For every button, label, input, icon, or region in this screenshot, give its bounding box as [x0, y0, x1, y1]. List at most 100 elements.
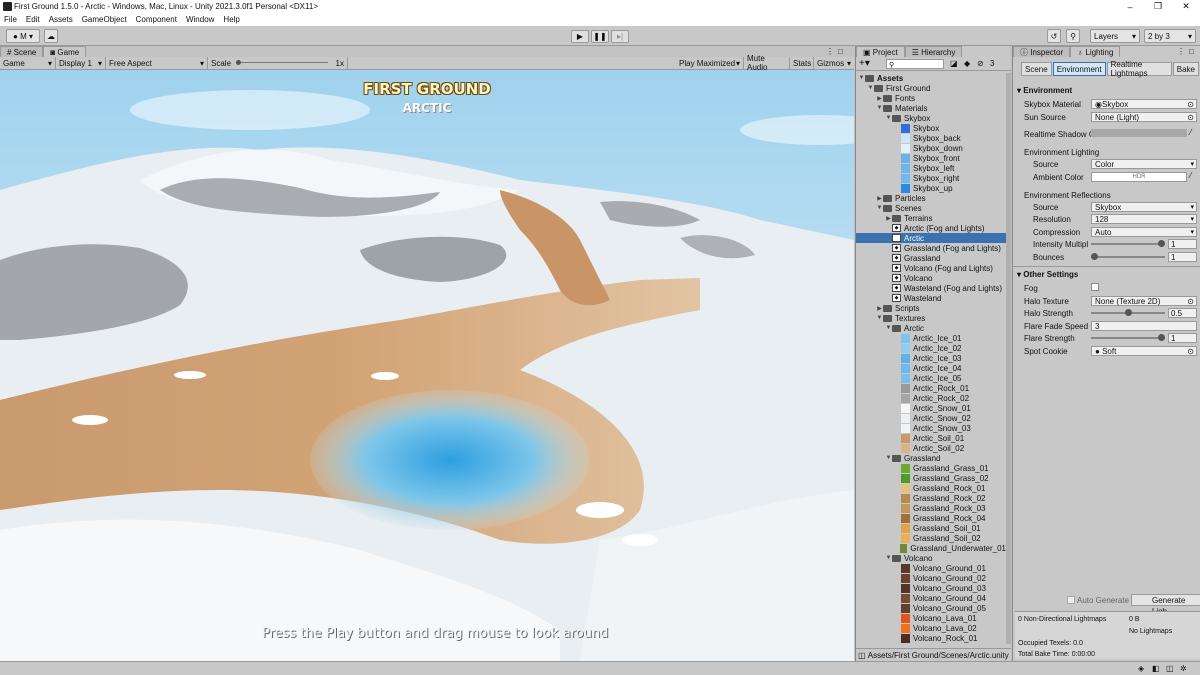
tree-asset[interactable]: Volcano_Rock_02	[856, 643, 1006, 644]
minimize-button[interactable]: –	[1116, 2, 1144, 12]
tree-asset[interactable]: Grassland_Grass_01	[856, 463, 1006, 473]
sun-source-field[interactable]: None (Light) ⊙	[1091, 112, 1197, 122]
expand-arrow-down-icon[interactable]: ▼	[885, 325, 892, 331]
flare-fade-field[interactable]: 3	[1091, 321, 1197, 331]
expand-arrow-right-icon[interactable]: ▶	[885, 215, 892, 222]
tree-asset[interactable]: Grassland_Rock_02	[856, 493, 1006, 503]
tree-folder[interactable]: ▶ Particles	[856, 193, 1006, 203]
slider-knob[interactable]	[1124, 309, 1132, 316]
tree-asset[interactable]: Skybox_left	[856, 163, 1006, 173]
display-dropdown[interactable]: Display 1 ▾	[56, 57, 106, 69]
tree-asset[interactable]: Skybox	[856, 123, 1006, 133]
game-viewport[interactable]	[0, 70, 854, 661]
tree-asset[interactable]: Volcano_Ground_05	[856, 603, 1006, 613]
skybox-material-field[interactable]: ◉ Skybox ⊙	[1091, 99, 1197, 109]
tree-asset[interactable]: Arctic_Snow_01	[856, 403, 1006, 413]
eyedropper-icon[interactable]: ⁄	[1190, 128, 1191, 137]
create-button[interactable]: +▾	[859, 58, 870, 69]
bounces-value[interactable]: 1	[1168, 252, 1197, 262]
menu-assets[interactable]: Assets	[49, 15, 73, 24]
expand-arrow-right-icon[interactable]: ▶	[876, 95, 883, 102]
tree-folder[interactable]: ▼ Grassland	[856, 453, 1006, 463]
expand-arrow-down-icon[interactable]: ▼	[876, 105, 883, 111]
tree-asset[interactable]: Skybox_right	[856, 173, 1006, 183]
object-picker-icon[interactable]: ⊙	[1187, 100, 1194, 109]
fog-checkbox[interactable]	[1091, 283, 1099, 291]
expand-arrow-down-icon[interactable]: ▼	[885, 115, 892, 121]
tree-asset[interactable]: Arctic_Soil_01	[856, 433, 1006, 443]
search-by-label-icon[interactable]: ◆	[964, 59, 970, 68]
tree-asset[interactable]: Skybox_down	[856, 143, 1006, 153]
close-button[interactable]: ✕	[1172, 1, 1200, 12]
tree-folder[interactable]: ▼ First Ground	[856, 83, 1006, 93]
expand-arrow-down-icon[interactable]: ▼	[885, 555, 892, 561]
tree-asset[interactable]: ◆ Arctic (Fog and Lights)	[856, 223, 1006, 233]
maximize-panel-icon[interactable]: □	[838, 47, 843, 56]
project-search-input[interactable]: ⚲	[886, 59, 944, 69]
tree-asset[interactable]: Arctic_Ice_02	[856, 343, 1006, 353]
menu-edit[interactable]: Edit	[26, 15, 40, 24]
tree-asset[interactable]: Arctic_Ice_05	[856, 373, 1006, 383]
tree-asset[interactable]: Grassland_Rock_01	[856, 483, 1006, 493]
expand-arrow-down-icon[interactable]: ▼	[885, 455, 892, 461]
tree-asset[interactable]: Grassland_Soil_02	[856, 533, 1006, 543]
account-button[interactable]: ● M ▾	[6, 29, 40, 43]
slider-knob[interactable]	[1158, 240, 1165, 247]
intensity-value[interactable]: 1	[1168, 239, 1197, 249]
scale-slider-track[interactable]	[238, 62, 328, 63]
tree-asset[interactable]: ◆ Wasteland (Fog and Lights)	[856, 283, 1006, 293]
subtab-realtime-lightmaps[interactable]: Realtime Lightmaps	[1106, 60, 1172, 78]
spot-cookie-field[interactable]: ● Soft ⊙	[1091, 346, 1197, 356]
tree-asset[interactable]: ◆ Arctic	[856, 233, 1006, 243]
history-button[interactable]: ↺	[1047, 29, 1061, 43]
tree-asset[interactable]: Arctic_Rock_01	[856, 383, 1006, 393]
tree-asset[interactable]: ◆ Volcano	[856, 273, 1006, 283]
tree-asset[interactable]: Arctic_Ice_03	[856, 353, 1006, 363]
tree-folder[interactable]: ▶ Fonts	[856, 93, 1006, 103]
maximize-panel-icon[interactable]: □	[1189, 47, 1194, 56]
cloud-button[interactable]: ☁	[44, 29, 58, 43]
tree-folder[interactable]: ▼ Scenes	[856, 203, 1006, 213]
panel-menu-icon[interactable]: ⋮	[1177, 47, 1185, 56]
debug-icon[interactable]: ✲	[1180, 664, 1187, 673]
tree-asset[interactable]: Skybox_up	[856, 183, 1006, 193]
tree-asset[interactable]: Arctic_Ice_04	[856, 363, 1006, 373]
tree-asset[interactable]: Volcano_Rock_01	[856, 633, 1006, 643]
tree-asset[interactable]: Arctic_Ice_01	[856, 333, 1006, 343]
slider-knob[interactable]	[1158, 334, 1165, 341]
expand-arrow-down-icon[interactable]: ▼	[858, 75, 865, 81]
play-maximized-toggle[interactable]: Play Maximized ▾	[676, 57, 744, 69]
tree-asset[interactable]: Grassland_Soil_01	[856, 523, 1006, 533]
aspect-dropdown[interactable]: Free Aspect ▾	[106, 57, 208, 69]
resolution-dropdown[interactable]: 128	[1091, 214, 1197, 224]
halo-strength-slider[interactable]	[1091, 308, 1165, 318]
tree-asset[interactable]: Volcano_Ground_03	[856, 583, 1006, 593]
tree-folder[interactable]: ▼ Materials	[856, 103, 1006, 113]
project-scrollbar[interactable]	[1006, 73, 1011, 644]
lighting-source-dropdown[interactable]: Color	[1091, 159, 1197, 169]
tree-asset[interactable]: Volcano_Ground_02	[856, 573, 1006, 583]
intensity-slider[interactable]	[1091, 239, 1165, 249]
stats-toggle[interactable]: Stats	[790, 57, 814, 69]
tree-folder[interactable]: ▼ Textures	[856, 313, 1006, 323]
menu-gameobject[interactable]: GameObject	[82, 15, 127, 24]
tree-asset[interactable]: Arctic_Rock_02	[856, 393, 1006, 403]
expand-arrow-down-icon[interactable]: ▼	[867, 85, 874, 91]
lighting-status-icon[interactable]: ◫	[1166, 664, 1174, 673]
auto-generate-checkbox[interactable]	[1067, 596, 1075, 604]
tree-asset[interactable]: Arctic_Snow_03	[856, 423, 1006, 433]
tree-asset[interactable]: Grassland_Grass_02	[856, 473, 1006, 483]
tree-asset[interactable]: Grassland_Rock_03	[856, 503, 1006, 513]
slider-knob[interactable]	[1091, 253, 1098, 260]
object-picker-icon[interactable]: ⊙	[1187, 297, 1194, 306]
reflection-source-dropdown[interactable]: Skybox	[1091, 202, 1197, 212]
compression-dropdown[interactable]: Auto	[1091, 227, 1197, 237]
halo-strength-value[interactable]: 0.5	[1168, 308, 1197, 318]
tree-asset[interactable]: ◆ Grassland (Fog and Lights)	[856, 243, 1006, 253]
progress-icon[interactable]: ◈	[1138, 664, 1144, 673]
tree-asset[interactable]: Volcano_Lava_01	[856, 613, 1006, 623]
search-button[interactable]: ⚲	[1066, 29, 1080, 43]
step-button[interactable]: ▸|	[611, 30, 629, 43]
tree-folder[interactable]: ▶ Terrains	[856, 213, 1006, 223]
flare-strength-slider[interactable]	[1091, 333, 1165, 343]
